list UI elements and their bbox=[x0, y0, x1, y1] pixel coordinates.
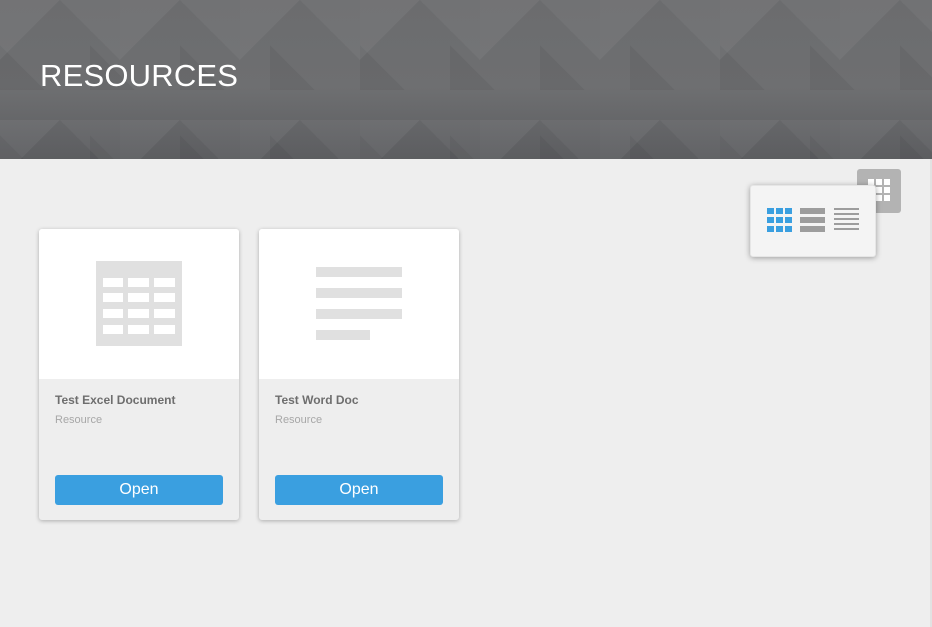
resource-title: Test Excel Document bbox=[55, 393, 176, 407]
resource-thumbnail bbox=[39, 229, 239, 379]
tile-list-view-option[interactable] bbox=[800, 208, 826, 234]
resource-type: Resource bbox=[275, 414, 323, 426]
view-options-popup bbox=[750, 185, 876, 257]
grid-view-option[interactable] bbox=[767, 208, 793, 234]
resource-type: Resource bbox=[55, 414, 103, 426]
list-view-icon bbox=[834, 208, 859, 230]
page-header: RESOURCES bbox=[0, 0, 932, 159]
resource-card: Test Excel Document Resource Open bbox=[39, 229, 239, 520]
open-button[interactable]: Open bbox=[55, 475, 223, 505]
resource-thumbnail bbox=[259, 229, 459, 379]
resource-card: Test Word Doc Resource Open bbox=[259, 229, 459, 520]
document-icon bbox=[316, 267, 402, 340]
grid-view-icon bbox=[767, 208, 792, 232]
resource-title: Test Word Doc bbox=[275, 393, 359, 407]
page-title: RESOURCES bbox=[40, 58, 239, 93]
open-button[interactable]: Open bbox=[275, 475, 443, 505]
spreadsheet-icon bbox=[96, 261, 182, 346]
list-view-option[interactable] bbox=[834, 208, 860, 234]
tile-list-view-icon bbox=[800, 208, 825, 232]
